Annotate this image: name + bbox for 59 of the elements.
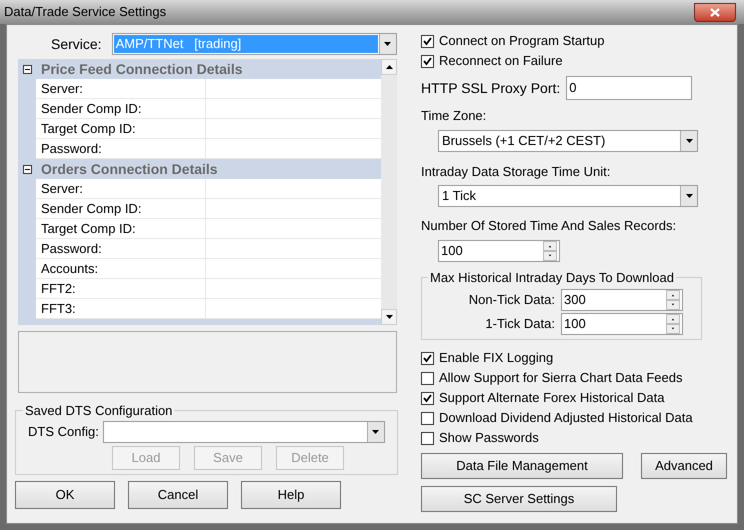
checkbox-label: Support Alternate Forex Historical Data (439, 389, 664, 408)
storage-unit-label: Intraday Data Storage Time Unit: (421, 162, 612, 181)
close-icon (710, 8, 720, 16)
property-label: Password: (36, 139, 206, 158)
property-label: Sender Comp ID: (36, 99, 206, 118)
dropdown[interactable]: 1 Tick (438, 185, 698, 207)
dialog-button[interactable]: Data File Management (421, 453, 623, 479)
days-label: 1-Tick Data: (485, 315, 555, 334)
scrollbar[interactable] (381, 59, 397, 325)
time-zone-label: Time Zone: (421, 107, 488, 125)
close-button[interactable] (694, 2, 736, 22)
caret-icon (384, 42, 392, 46)
dropdown[interactable] (102, 420, 385, 442)
checkbox[interactable] (421, 54, 434, 68)
checkbox-label: Reconnect on Failure (439, 52, 563, 70)
service-label: Service: (51, 34, 102, 54)
collapse-icon[interactable] (23, 164, 32, 174)
group-header: Price Feed Connection Details (41, 60, 242, 78)
caret-icon (686, 194, 692, 198)
caret-icon (386, 315, 392, 319)
group-title: Saved DTS Configuration (24, 402, 174, 420)
config-label: DTS Config: (28, 422, 99, 441)
group-title: Max Historical Intraday Days To Download (429, 268, 675, 287)
records-label: Number Of Stored Time And Sales Records: (421, 217, 678, 235)
property-label: Accounts: (36, 259, 206, 278)
collapse-icon[interactable] (23, 64, 32, 74)
caret-icon (686, 138, 692, 142)
dialog-button[interactable]: Cancel (128, 480, 228, 508)
checkbox[interactable] (421, 392, 434, 404)
property-label: Password: (36, 239, 206, 258)
checkbox-label: Download Dividend Adjusted Historical Data (439, 409, 693, 428)
days-label: Non-Tick Data: (468, 291, 555, 310)
proxy-port-field[interactable]: 0 (566, 76, 692, 100)
checkbox[interactable] (421, 372, 434, 384)
dialog-button[interactable]: Advanced (641, 453, 727, 479)
group-header: Orders Connection Details (41, 160, 218, 178)
property-label: Server: (36, 79, 206, 98)
caret-icon (372, 430, 380, 434)
property-label: Target Comp ID: (36, 119, 206, 138)
checkbox-label: Show Passwords (439, 429, 539, 448)
proxy-port-label: HTTP SSL Proxy Port: (421, 78, 560, 98)
property-label: FFT2: (36, 279, 206, 298)
window-title: Data/Trade Service Settings (4, 3, 166, 22)
dropdown[interactable]: Brussels (+1 CET/+2 CEST) (438, 130, 698, 152)
property-label: Sender Comp ID: (36, 199, 206, 218)
checkbox[interactable] (421, 412, 434, 424)
dialog-button[interactable]: OK (15, 480, 115, 508)
checkbox-label: Enable FIX Logging (439, 349, 554, 368)
dialog-button[interactable]: SC Server Settings (421, 486, 617, 512)
property-label: FFT3: (36, 299, 206, 318)
checkbox-label: Connect on Program Startup (439, 32, 604, 50)
checkbox[interactable] (421, 432, 434, 444)
property-label: Target Comp ID: (36, 219, 206, 238)
property-label: Server: (36, 179, 206, 198)
dialog-button[interactable]: Help (241, 480, 341, 508)
checkbox-label: Allow Support for Sierra Chart Data Feeds (439, 369, 682, 388)
checkbox[interactable] (421, 352, 434, 364)
up-arrow-icon (386, 65, 392, 69)
checkbox[interactable] (421, 34, 434, 48)
